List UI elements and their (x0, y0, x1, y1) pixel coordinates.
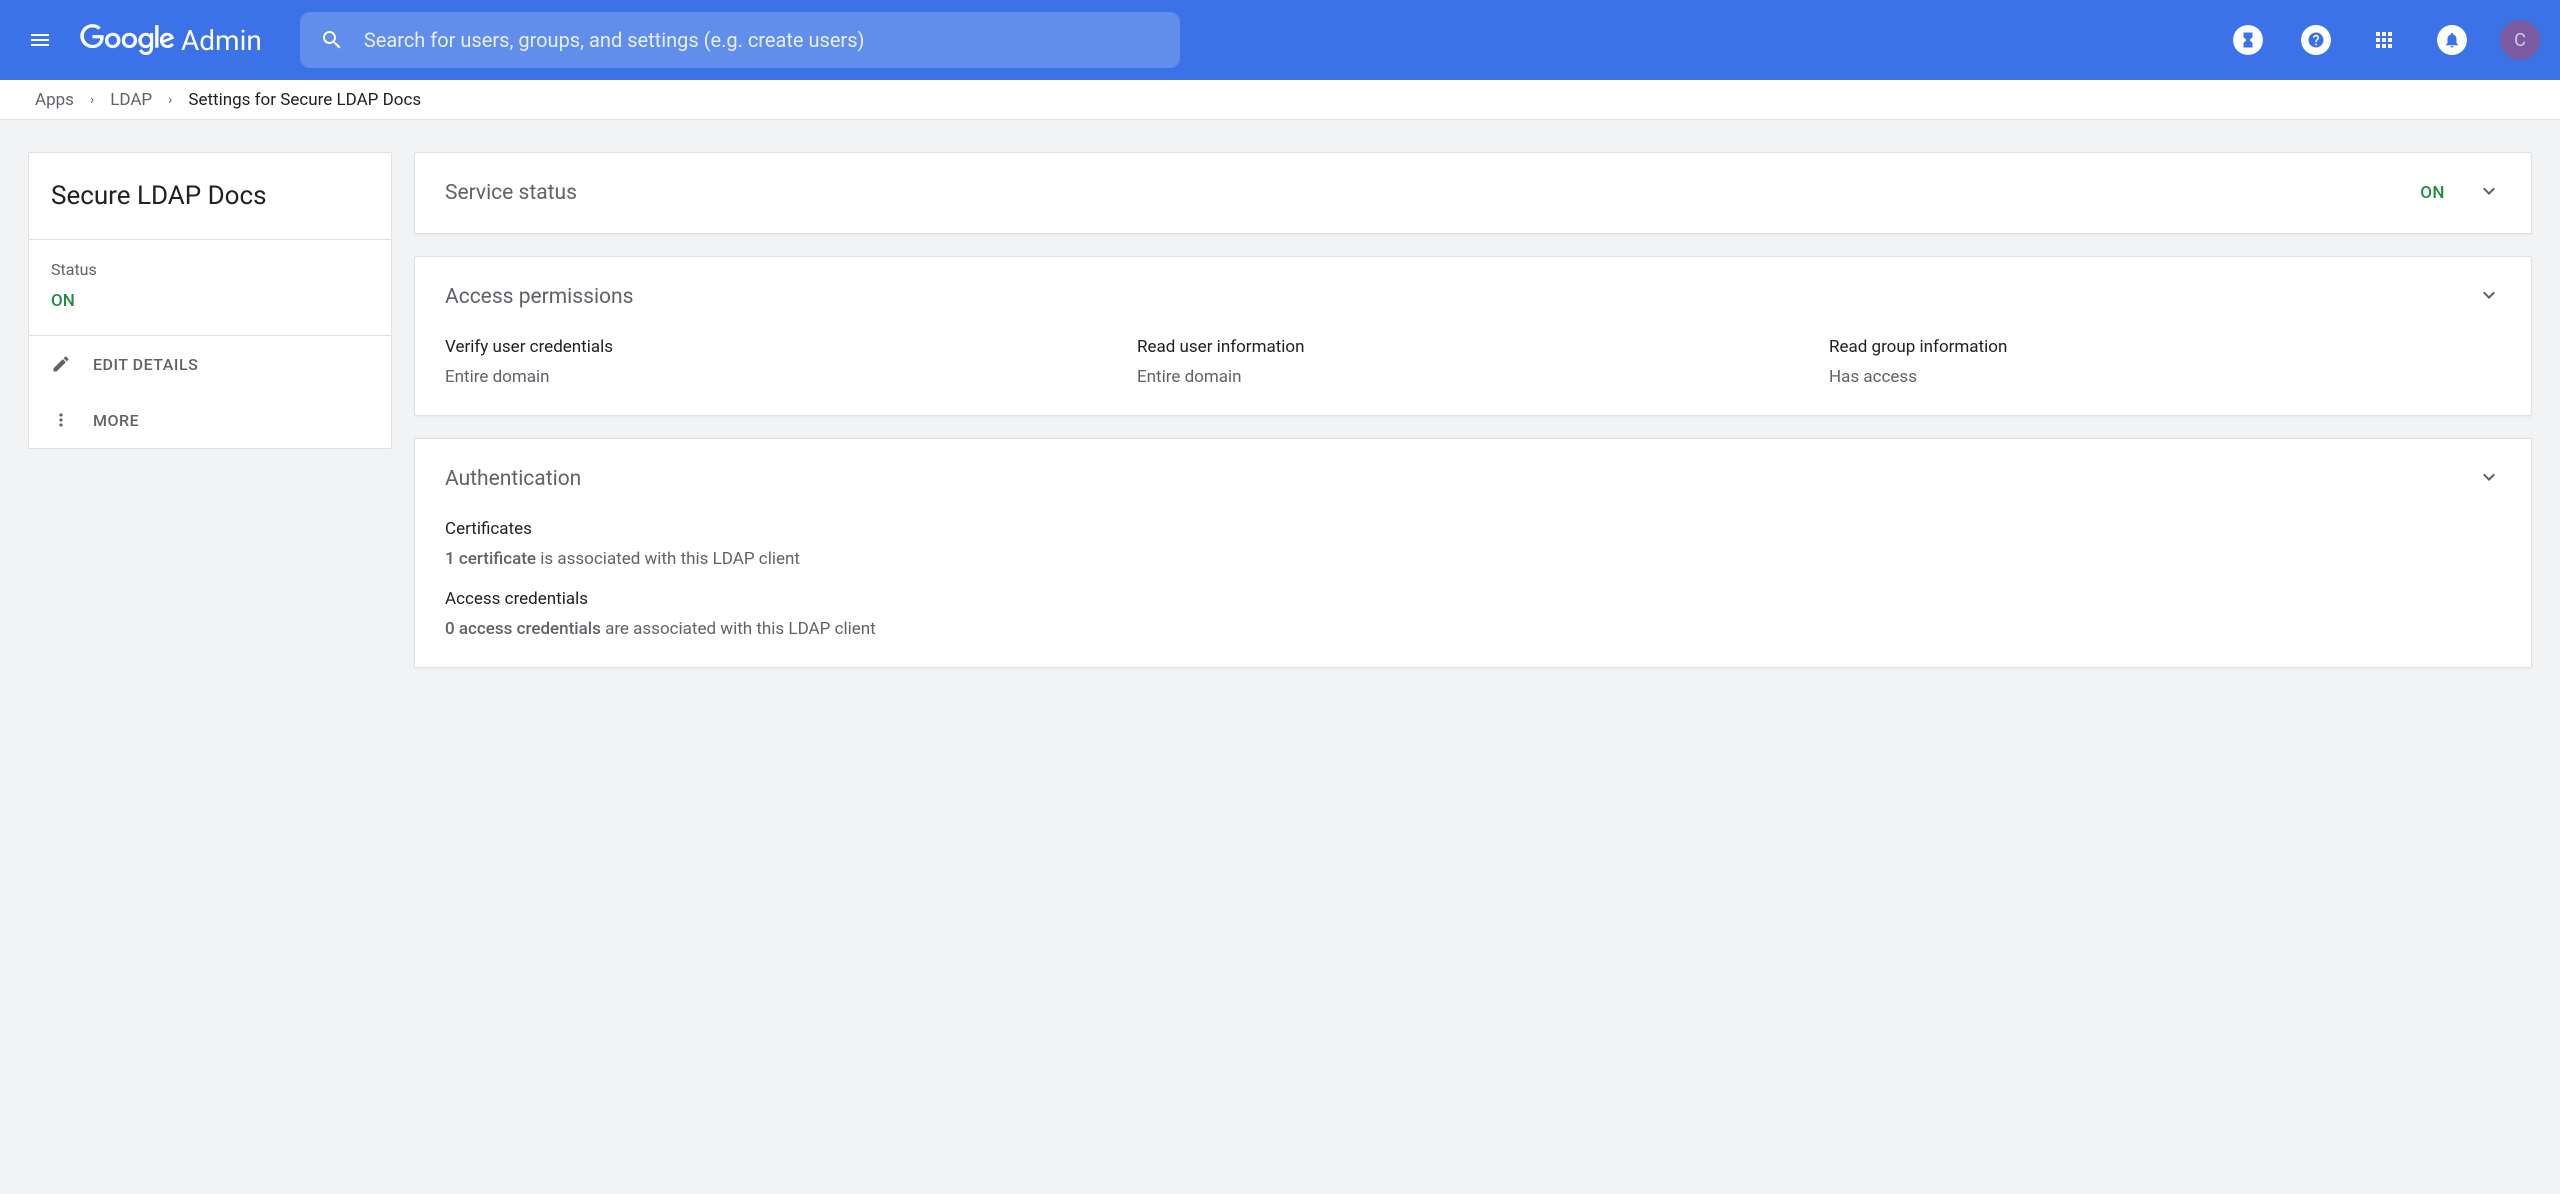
search-bar[interactable] (300, 12, 1180, 68)
perm-read-group: Read group information Has access (1829, 337, 2501, 387)
breadcrumb-ldap[interactable]: LDAP (110, 90, 152, 110)
permissions-grid: Verify user credentials Entire domain Re… (415, 337, 2531, 415)
breadcrumb-current: Settings for Secure LDAP Docs (188, 90, 421, 110)
status-label: Status (51, 260, 369, 279)
authentication-card: Authentication Certificates 1 certificat… (414, 438, 2532, 668)
certificates-label: Certificates (445, 519, 2501, 539)
perm-value: Entire domain (1137, 367, 1809, 387)
more-vert-icon (51, 410, 71, 430)
perm-read-user: Read user information Entire domain (1137, 337, 1809, 387)
edit-details-label: EDIT DETAILS (93, 355, 198, 374)
help-button[interactable] (2296, 20, 2336, 60)
more-label: MORE (93, 411, 139, 430)
certificates-value: 1 certificate is associated with this LD… (445, 549, 2501, 569)
hourglass-button[interactable] (2228, 20, 2268, 60)
header-actions: C (2228, 20, 2540, 60)
chevron-right-icon: › (168, 92, 172, 108)
more-button[interactable]: MORE (29, 392, 391, 448)
status-block: Status ON (29, 240, 391, 336)
perm-value: Entire domain (445, 367, 1117, 387)
access-permissions-header[interactable]: Access permissions (415, 257, 2531, 337)
logo[interactable]: Admin (80, 24, 262, 57)
status-value: ON (51, 291, 369, 311)
authentication-title: Authentication (445, 467, 581, 491)
main-menu-button[interactable] (20, 20, 60, 60)
service-status-card: Service status ON (414, 152, 2532, 234)
service-status-value: ON (2420, 183, 2445, 203)
help-icon (2307, 31, 2325, 49)
notifications-button[interactable] (2432, 20, 2472, 60)
avatar[interactable]: C (2500, 20, 2540, 60)
logo-admin-text: Admin (181, 24, 262, 57)
google-logo-icon (80, 24, 175, 56)
apps-icon (2372, 28, 2396, 52)
chevron-down-icon (2477, 179, 2501, 207)
access-permissions-card: Access permissions Verify user credentia… (414, 256, 2532, 416)
breadcrumb-apps[interactable]: Apps (35, 90, 74, 110)
content-column: Service status ON Access permissions (414, 152, 2532, 668)
apps-grid-button[interactable] (2364, 20, 2404, 60)
hourglass-icon (2239, 31, 2257, 49)
perm-label: Read user information (1137, 337, 1809, 357)
hamburger-icon (28, 28, 52, 52)
service-status-header[interactable]: Service status ON (415, 153, 2531, 233)
service-status-title: Service status (445, 181, 577, 205)
breadcrumb: Apps › LDAP › Settings for Secure LDAP D… (0, 80, 2560, 120)
chevron-down-icon (2477, 283, 2501, 311)
bell-icon (2443, 31, 2461, 49)
pencil-icon (51, 354, 71, 374)
credentials-label: Access credentials (445, 589, 2501, 609)
perm-verify-credentials: Verify user credentials Entire domain (445, 337, 1117, 387)
access-permissions-title: Access permissions (445, 285, 633, 309)
main-content: Secure LDAP Docs Status ON EDIT DETAILS … (0, 120, 2560, 700)
authentication-body: Certificates 1 certificate is associated… (415, 519, 2531, 667)
chevron-down-icon (2477, 465, 2501, 493)
info-card: Secure LDAP Docs Status ON EDIT DETAILS … (28, 152, 392, 449)
search-icon (320, 28, 344, 52)
avatar-initial: C (2514, 30, 2526, 51)
page-title: Secure LDAP Docs (29, 153, 391, 240)
perm-value: Has access (1829, 367, 2501, 387)
edit-details-button[interactable]: EDIT DETAILS (29, 336, 391, 392)
credentials-value: 0 access credentials are associated with… (445, 619, 2501, 639)
authentication-header[interactable]: Authentication (415, 439, 2531, 519)
credentials-section: Access credentials 0 access credentials … (445, 589, 2501, 639)
search-input[interactable] (364, 28, 1160, 52)
perm-label: Read group information (1829, 337, 2501, 357)
chevron-right-icon: › (90, 92, 94, 108)
app-header: Admin C (0, 0, 2560, 80)
certificates-section: Certificates 1 certificate is associated… (445, 519, 2501, 569)
perm-label: Verify user credentials (445, 337, 1117, 357)
